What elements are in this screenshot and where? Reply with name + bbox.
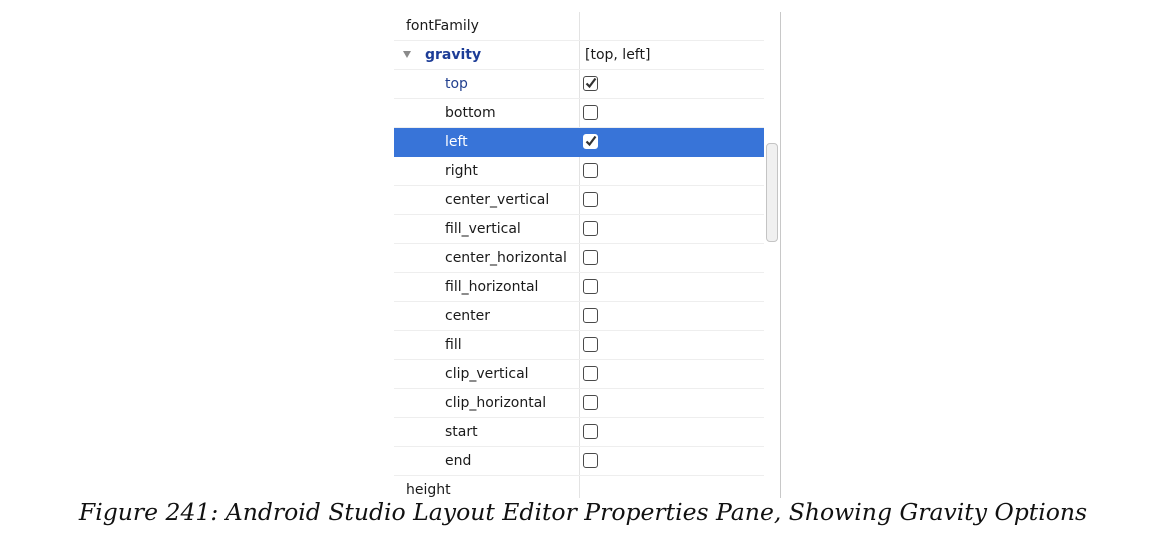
option-checkbox[interactable]	[583, 105, 598, 120]
gravity-option-row[interactable]: right	[394, 157, 764, 186]
option-checkbox[interactable]	[583, 279, 598, 294]
option-label: left	[445, 134, 468, 150]
property-value[interactable]: [top, left]	[585, 41, 650, 69]
property-name: gravity	[425, 47, 482, 63]
option-label: center	[445, 308, 491, 324]
option-checkbox[interactable]	[583, 337, 598, 352]
option-label: fill	[445, 337, 462, 353]
gravity-option-row[interactable]: clip_horizontal	[394, 389, 764, 418]
property-row-gravity[interactable]: gravity [top, left]	[394, 41, 764, 70]
option-checkbox[interactable]	[583, 395, 598, 410]
option-label: end	[445, 453, 472, 469]
option-label: start	[445, 424, 478, 440]
property-row-height[interactable]: height	[394, 476, 764, 498]
option-checkbox[interactable]	[583, 76, 598, 91]
gravity-option-row[interactable]: fill_horizontal	[394, 273, 764, 302]
property-row-fontfamily[interactable]: fontFamily	[394, 12, 764, 41]
option-checkbox[interactable]	[583, 366, 598, 381]
option-checkbox[interactable]	[583, 192, 598, 207]
option-label: top	[445, 76, 468, 92]
property-rows: fontFamily gravity [top, left] top bottom…	[394, 12, 764, 498]
checkmark-icon	[585, 77, 597, 89]
gravity-option-row[interactable]: clip_vertical	[394, 360, 764, 389]
gravity-options: top bottom left right center_vertical fill_ve…	[394, 70, 764, 476]
option-label: fill_horizontal	[445, 279, 539, 295]
gravity-option-row[interactable]: center_horizontal	[394, 244, 764, 273]
gravity-option-row[interactable]: center	[394, 302, 764, 331]
gravity-option-row[interactable]: top	[394, 70, 764, 99]
option-label: clip_horizontal	[445, 395, 547, 411]
property-name: fontFamily	[406, 18, 479, 34]
option-label: right	[445, 163, 478, 179]
property-name: height	[406, 482, 451, 498]
option-checkbox[interactable]	[583, 250, 598, 265]
option-label: center_horizontal	[445, 250, 567, 266]
vertical-scrollbar[interactable]	[766, 12, 778, 498]
option-checkbox[interactable]	[583, 163, 598, 178]
option-label: bottom	[445, 105, 496, 121]
gravity-option-row[interactable]: bottom	[394, 99, 764, 128]
triangle-down-icon[interactable]	[403, 51, 411, 58]
option-checkbox[interactable]	[583, 424, 598, 439]
option-checkbox[interactable]	[583, 134, 598, 149]
properties-pane: fontFamily gravity [top, left] top bottom…	[394, 12, 781, 498]
gravity-option-row[interactable]: end	[394, 447, 764, 476]
scrollbar-thumb[interactable]	[766, 143, 778, 242]
figure-caption: Figure 241: Android Studio Layout Editor…	[78, 498, 1088, 526]
option-label: clip_vertical	[445, 366, 529, 382]
checkmark-icon	[585, 135, 597, 147]
option-checkbox[interactable]	[583, 453, 598, 468]
gravity-option-row[interactable]: fill_vertical	[394, 215, 764, 244]
option-label: center_vertical	[445, 192, 550, 208]
gravity-option-row[interactable]: fill	[394, 331, 764, 360]
option-checkbox[interactable]	[583, 308, 598, 323]
gravity-option-row[interactable]: center_vertical	[394, 186, 764, 215]
option-label: fill_vertical	[445, 221, 521, 237]
option-checkbox[interactable]	[583, 221, 598, 236]
gravity-option-row[interactable]: left	[394, 128, 764, 157]
gravity-option-row[interactable]: start	[394, 418, 764, 447]
